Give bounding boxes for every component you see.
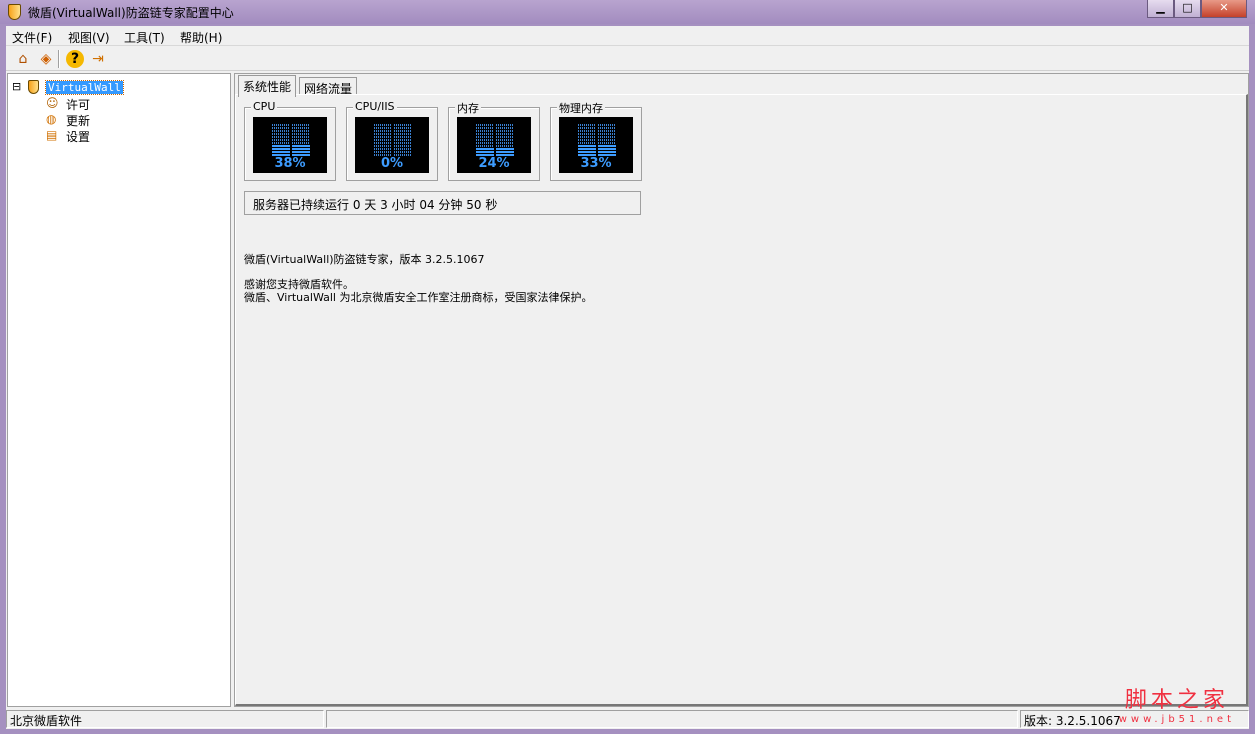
home-icon[interactable]: ⌂: [14, 50, 32, 68]
meter-display: 33%: [559, 117, 633, 173]
help-icon[interactable]: ?: [66, 50, 84, 68]
close-button[interactable]: ✕: [1201, 0, 1247, 18]
status-middle: [326, 710, 1018, 728]
main-window: 文件(F) 视图(V) 工具(T) 帮助(H) ⌂ ◈ ? ⇥ ⊟ Virtua…: [6, 26, 1249, 729]
meter-bar-row: [476, 133, 514, 135]
nav-tree: ⊟ VirtualWall ☺ 许可 ◍ 更新 ▤ 设置: [7, 73, 231, 707]
meter-bar-row: [374, 139, 412, 141]
status-bar: 北京微盾软件 版本: 3.2.5.1067: [6, 709, 1249, 729]
meter-group-1: CPU/IIS 0%: [346, 100, 438, 181]
meter-bar-row: [578, 130, 616, 132]
meter-bar-row: [272, 124, 310, 126]
tree-item-update[interactable]: 更新: [66, 112, 90, 129]
meter-bar-row: [578, 136, 616, 138]
meter-bar-row: [578, 151, 616, 153]
meter-percent: 0%: [380, 156, 404, 171]
meter-bar-row: [476, 127, 514, 129]
meter-bar-row: [476, 142, 514, 144]
meter-bar-row: [374, 127, 412, 129]
meter-label: 内存: [455, 100, 481, 116]
meter-bar-row: [374, 142, 412, 144]
meter-bar-row: [374, 133, 412, 135]
meter-label: CPU: [251, 100, 278, 113]
menu-tools[interactable]: 工具(T): [124, 29, 165, 46]
meter-bar-row: [272, 127, 310, 129]
status-company: 北京微盾软件: [6, 710, 324, 728]
meter-bar-row: [578, 139, 616, 141]
exit-icon[interactable]: ⇥: [89, 50, 107, 68]
meter-bar-row: [476, 136, 514, 138]
meter-bar-row: [272, 130, 310, 132]
meter-display: 24%: [457, 117, 531, 173]
watermark: 脚本之家 www.jb51.net: [1119, 682, 1235, 725]
trademark-text: 微盾、VirtualWall 为北京微盾安全工作室注册商标，受国家法律保护。: [244, 291, 593, 304]
meter-display: 0%: [355, 117, 429, 173]
watermark-url: www.jb51.net: [1118, 714, 1235, 725]
meter-bar-row: [578, 145, 616, 147]
license-icon: ☺: [46, 96, 59, 110]
shield-icon: [28, 80, 39, 94]
meter-bar-row: [476, 148, 514, 150]
meter-bar-row: [272, 145, 310, 147]
title-bar[interactable]: 微盾(VirtualWall)防盗链专家配置中心 ▁ □ ✕: [0, 0, 1255, 24]
meter-bar-row: [374, 124, 412, 126]
watermark-title: 脚本之家: [1124, 688, 1229, 713]
meter-percent: 24%: [478, 156, 510, 171]
meter-bar-row: [272, 136, 310, 138]
menu-help[interactable]: 帮助(H): [180, 29, 222, 46]
meter-bar-row: [578, 142, 616, 144]
meter-label: 物理内存: [557, 100, 605, 116]
meter-bar-row: [476, 151, 514, 153]
meter-bar-row: [374, 145, 412, 147]
tab-system-performance[interactable]: 系统性能: [238, 75, 297, 97]
meter-bar-row: [272, 133, 310, 135]
meter-percent: 33%: [580, 156, 612, 171]
meter-display: 38%: [253, 117, 327, 173]
content-panel: 系统性能 网络流量 CPU 38% CPU/IIS 0% 内存 24% 物理内存 33% 服务…: [234, 73, 1249, 707]
meter-bar-row: [476, 124, 514, 126]
meter-bar-row: [578, 124, 616, 126]
meter-bar-row: [374, 151, 412, 153]
update-icon: ◍: [46, 112, 57, 126]
tree-item-settings[interactable]: 设置: [66, 128, 90, 145]
tree-root-virtualwall[interactable]: VirtualWall: [45, 80, 124, 95]
app-shield-icon: [8, 4, 21, 20]
meter-percent: 38%: [274, 156, 306, 171]
meter-bar-row: [272, 139, 310, 141]
meter-bar-row: [374, 148, 412, 150]
version-info: 微盾(VirtualWall)防盗链专家，版本 3.2.5.1067: [244, 253, 485, 266]
window-title: 微盾(VirtualWall)防盗链专家配置中心: [28, 6, 234, 20]
meter-bar-row: [374, 136, 412, 138]
meter-group-2: 内存 24%: [448, 100, 540, 181]
meter-bar-row: [476, 145, 514, 147]
menu-file[interactable]: 文件(F): [12, 29, 52, 46]
meter-group-0: CPU 38%: [244, 100, 336, 181]
meter-group-3: 物理内存 33%: [550, 100, 642, 181]
menu-bar: 文件(F) 视图(V) 工具(T) 帮助(H): [6, 26, 1249, 46]
meter-bar-row: [272, 142, 310, 144]
performance-panel: CPU 38% CPU/IIS 0% 内存 24% 物理内存 33% 服务器已持续运行 0 天…: [235, 94, 1248, 706]
toolbar: ⌂ ◈ ? ⇥: [6, 47, 1249, 71]
meter-bar-row: [578, 127, 616, 129]
firewall-icon[interactable]: ◈: [37, 50, 55, 68]
maximize-button[interactable]: □: [1174, 0, 1201, 18]
meter-label: CPU/IIS: [353, 100, 397, 113]
meter-bar-row: [272, 148, 310, 150]
minimize-button[interactable]: ▁: [1147, 0, 1174, 18]
meter-bar-row: [476, 130, 514, 132]
tab-network-traffic[interactable]: 网络流量: [299, 77, 358, 96]
tree-expander[interactable]: ⊟: [12, 80, 21, 93]
menu-view[interactable]: 视图(V): [68, 29, 110, 46]
toolbar-separator: [58, 50, 60, 68]
meter-bar-row: [578, 148, 616, 150]
meter-bar-row: [374, 130, 412, 132]
meter-bar-row: [476, 139, 514, 141]
tree-item-license[interactable]: 许可: [66, 96, 90, 113]
meter-bar-row: [272, 151, 310, 153]
uptime-text: 服务器已持续运行 0 天 3 小时 04 分钟 50 秒: [244, 191, 641, 215]
settings-icon: ▤: [46, 128, 58, 142]
meter-bar-row: [578, 133, 616, 135]
